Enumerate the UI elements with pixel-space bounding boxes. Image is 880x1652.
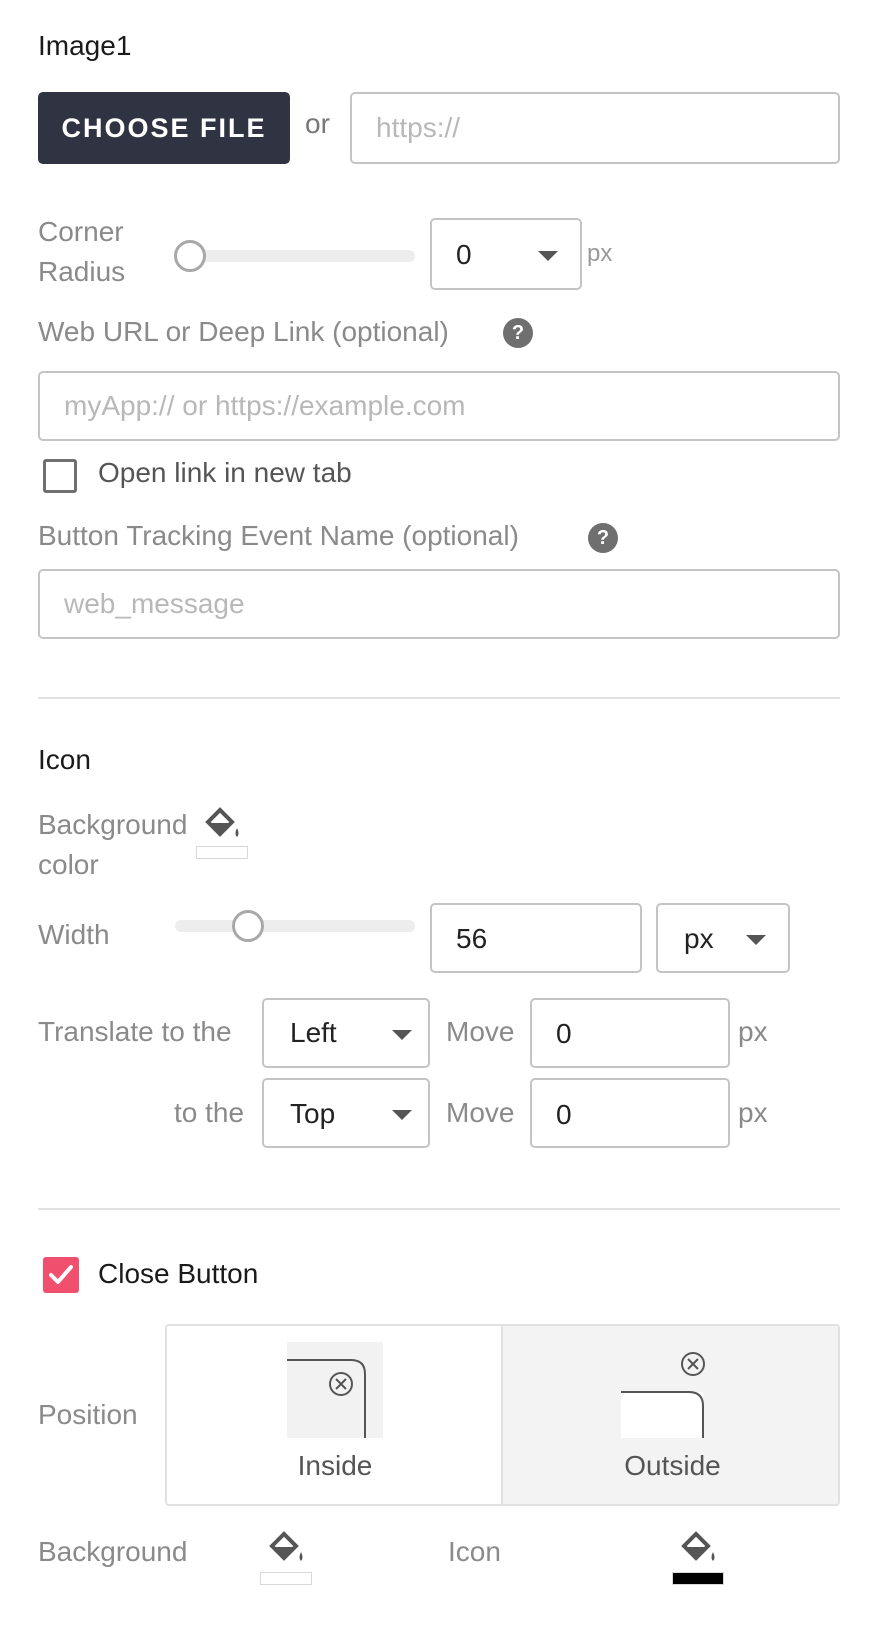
paint-bucket-icon	[205, 807, 239, 837]
tracking-placeholder: web_message	[64, 588, 245, 619]
width-unit-value: px	[684, 923, 714, 954]
to-the-label: to the	[174, 1097, 245, 1128]
move-label: Move	[446, 1097, 515, 1128]
width-slider-track[interactable]	[175, 920, 415, 932]
section-divider	[38, 1208, 840, 1210]
image-section-title: Image1	[38, 30, 132, 61]
translate-x-direction-select[interactable]: Left	[262, 998, 430, 1068]
close-inside-illustration-icon	[287, 1342, 383, 1438]
close-icon-color-picker[interactable]	[672, 1530, 724, 1586]
tracking-label: Button Tracking Event Name (optional)	[38, 520, 519, 551]
px-label: px	[738, 1097, 768, 1128]
move-label: Move	[446, 1016, 515, 1047]
position-option-inside[interactable]: Inside	[167, 1326, 503, 1504]
px-label: px	[738, 1016, 768, 1047]
image-url-placeholder: https://	[376, 112, 461, 143]
chevron-down-icon	[392, 1030, 412, 1040]
open-new-tab-checkbox[interactable]	[43, 459, 77, 493]
corner-radius-slider-thumb[interactable]	[174, 240, 206, 272]
translate-x-direction-value: Left	[290, 1017, 337, 1048]
chevron-down-icon	[746, 935, 766, 945]
corner-radius-slider-track[interactable]	[175, 250, 415, 262]
position-option-outside[interactable]: Outside	[503, 1326, 838, 1504]
close-icon-swatch	[672, 1572, 724, 1585]
translate-y-direction-select[interactable]: Top	[262, 1078, 430, 1148]
translate-y-input[interactable]: 0	[530, 1078, 730, 1148]
image-url-input[interactable]: https://	[350, 92, 840, 164]
close-icon-color-label: Icon	[448, 1536, 501, 1567]
width-unit-select[interactable]: px	[656, 903, 790, 973]
icon-section-title: Icon	[38, 744, 91, 775]
chevron-down-icon	[392, 1110, 412, 1120]
corner-radius-select[interactable]: 0	[430, 218, 582, 290]
close-button-title: Close Button	[98, 1258, 259, 1289]
choose-file-label: CHOOSE FILE	[61, 113, 267, 143]
chevron-down-icon	[538, 251, 558, 261]
web-url-label: Web URL or Deep Link (optional)	[38, 316, 449, 347]
translate-y-value: 0	[556, 1099, 572, 1130]
close-background-swatch	[260, 1572, 312, 1585]
position-label: Position	[38, 1399, 138, 1430]
help-icon[interactable]: ?	[503, 318, 533, 348]
close-background-label: Background	[38, 1536, 188, 1567]
translate-label: Translate to the	[38, 1016, 232, 1047]
web-url-placeholder: myApp:// or https://example.com	[64, 390, 466, 421]
or-label: or	[305, 108, 330, 139]
position-inside-label: Inside	[297, 1450, 373, 1481]
web-url-input[interactable]: myApp:// or https://example.com	[38, 371, 840, 441]
width-value: 56	[456, 923, 488, 954]
translate-x-value: 0	[556, 1018, 572, 1049]
help-icon[interactable]: ?	[588, 523, 618, 553]
icon-bg-color-picker[interactable]	[196, 806, 248, 860]
open-new-tab-label: Open link in new tab	[98, 457, 352, 488]
close-outside-illustration-icon	[621, 1352, 705, 1438]
width-input[interactable]: 56	[430, 903, 642, 973]
width-label: Width	[38, 919, 110, 950]
check-icon	[49, 1265, 73, 1284]
icon-bg-color-label: Background color	[38, 809, 188, 880]
corner-radius-value: 0	[456, 239, 472, 270]
paint-bucket-icon	[269, 1531, 303, 1561]
translate-y-direction-value: Top	[290, 1098, 336, 1129]
icon-bg-color-swatch	[196, 846, 248, 859]
width-slider-thumb[interactable]	[232, 910, 264, 942]
translate-x-input[interactable]: 0	[530, 998, 730, 1068]
corner-radius-label: Corner Radius	[38, 216, 126, 287]
close-button-checkbox[interactable]	[43, 1257, 79, 1293]
position-outside-label: Outside	[624, 1450, 721, 1481]
section-divider	[38, 697, 840, 699]
close-background-color-picker[interactable]	[260, 1530, 312, 1586]
corner-radius-unit: px	[587, 240, 613, 267]
position-selector: Inside Outside	[165, 1324, 840, 1506]
choose-file-button[interactable]: CHOOSE FILE	[38, 92, 290, 164]
paint-bucket-icon	[681, 1531, 715, 1561]
tracking-input[interactable]: web_message	[38, 569, 840, 639]
